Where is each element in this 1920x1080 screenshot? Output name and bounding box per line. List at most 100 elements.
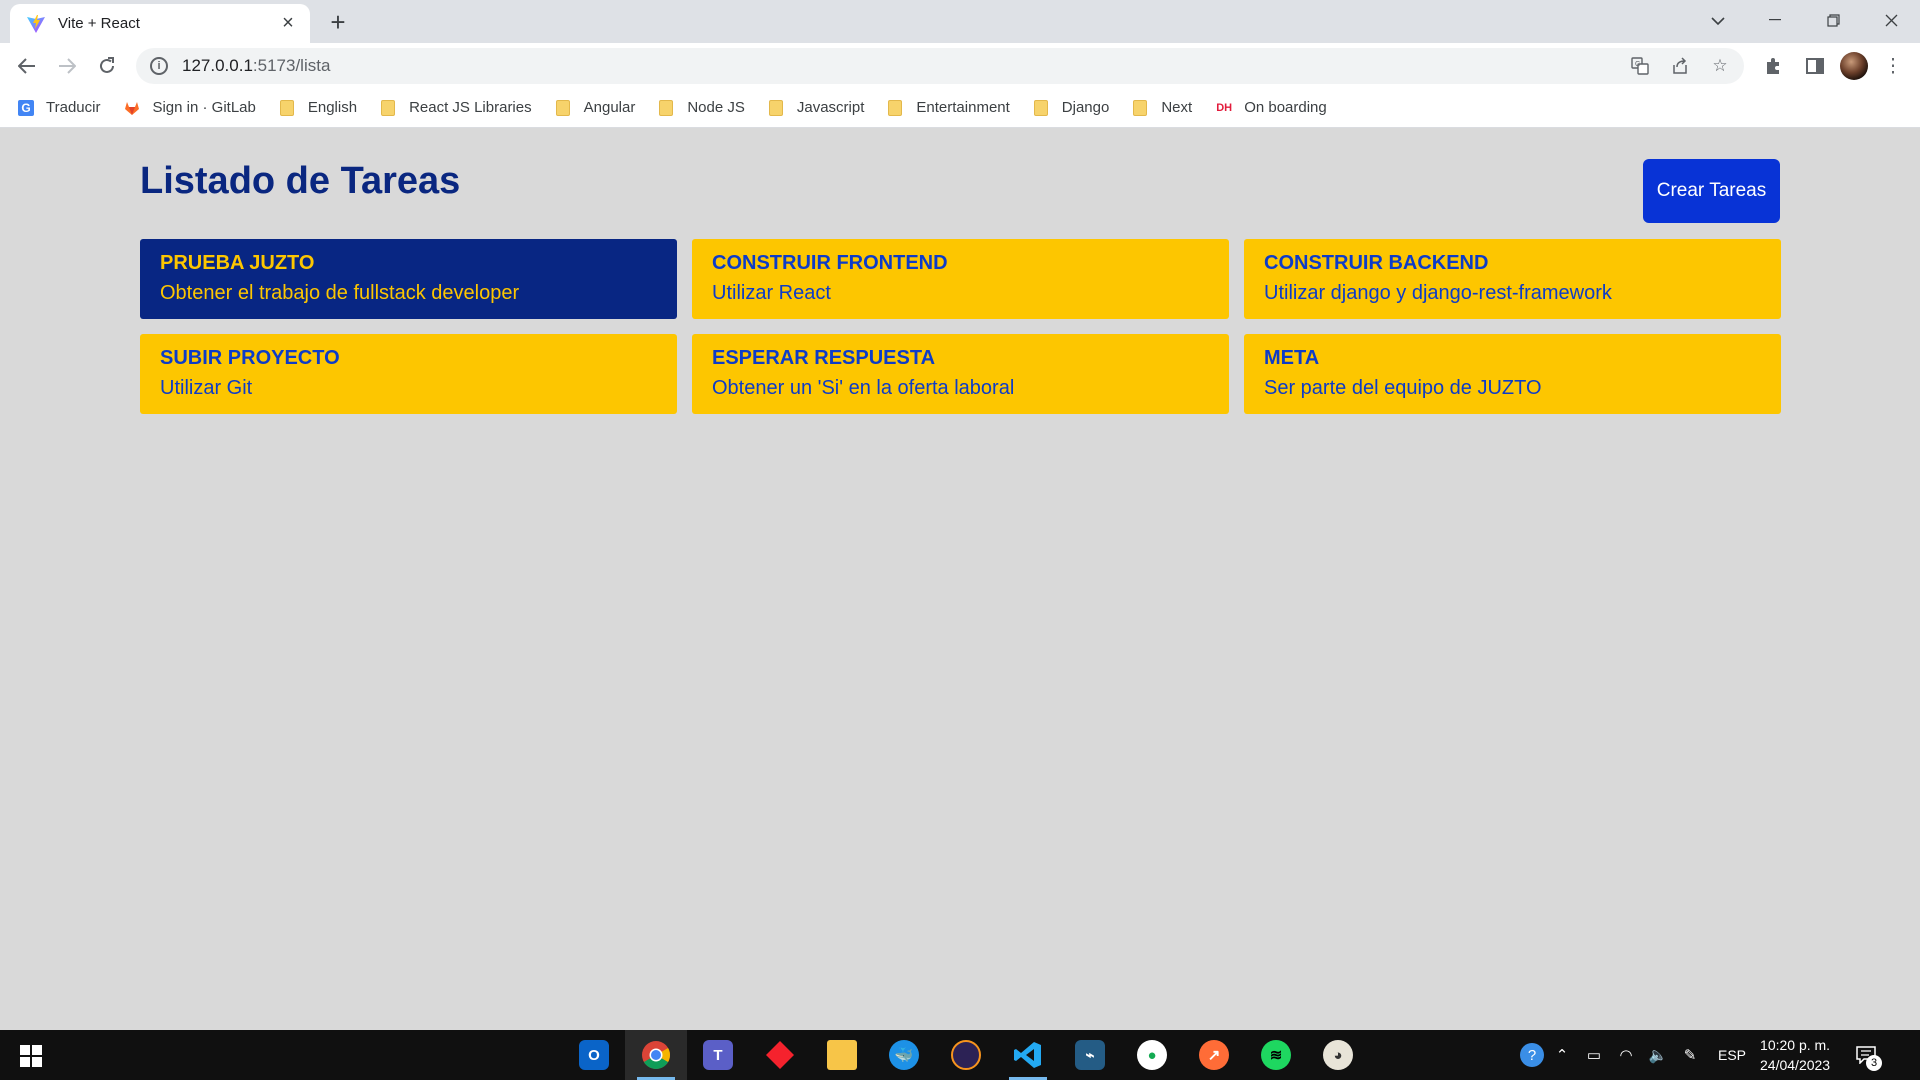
postman-icon: ↗ xyxy=(1199,1040,1229,1070)
profile-avatar[interactable] xyxy=(1840,52,1868,80)
url-text: 127.0.0.1:5173/lista xyxy=(182,56,330,76)
clock[interactable]: 10:20 p. m. 24/04/2023 xyxy=(1760,1035,1830,1075)
bookmark-folder-django[interactable]: Django xyxy=(1033,99,1110,116)
task-card[interactable]: META Ser parte del equipo de JUZTO xyxy=(1244,334,1781,414)
bookmark-folder-javascript[interactable]: Javascript xyxy=(768,99,864,116)
volume-icon[interactable]: 🔈 xyxy=(1644,1046,1672,1064)
bookmark-label: Angular xyxy=(583,99,636,116)
bookmark-traducir[interactable]: G Traducir xyxy=(18,99,100,116)
clock-time: 10:20 p. m. xyxy=(1760,1037,1831,1053)
pen-icon[interactable]: ✎ xyxy=(1676,1046,1704,1064)
taskbar-app-spotify[interactable]: ≋ xyxy=(1245,1030,1307,1080)
bookmark-label: Django xyxy=(1061,99,1110,116)
task-description: Utilizar React xyxy=(712,282,831,304)
new-tab-icon[interactable]: + xyxy=(324,7,352,37)
bookmark-folder-entertainment[interactable]: Entertainment xyxy=(888,99,1010,116)
taskbar-app-dbeaver[interactable]: ◕ xyxy=(1307,1030,1369,1080)
side-panel-icon[interactable] xyxy=(1798,49,1832,83)
task-card[interactable]: SUBIR PROYECTO Utilizar Git xyxy=(140,334,677,414)
share-icon[interactable] xyxy=(1666,52,1694,80)
taskbar-app-chrome[interactable] xyxy=(625,1030,687,1080)
tab-strip: Vite + React × + xyxy=(0,0,1920,43)
task-description: Obtener un 'Si' en la oferta laboral xyxy=(712,377,1015,399)
back-icon[interactable] xyxy=(10,49,44,83)
url-host: 127.0.0.1 xyxy=(182,56,253,75)
mongodb-icon: ● xyxy=(1137,1040,1167,1070)
taskbar-app-eclipse[interactable] xyxy=(935,1030,997,1080)
folder-icon xyxy=(888,99,903,116)
taskbar-app-postman[interactable]: ↗ xyxy=(1183,1030,1245,1080)
tab-search-chevron-icon[interactable] xyxy=(1698,6,1738,36)
bookmark-label: Entertainment xyxy=(916,99,1010,116)
task-card[interactable]: ESPERAR RESPUESTA Obtener un 'Si' en la … xyxy=(692,334,1229,414)
chevron-up-icon[interactable]: ⌃ xyxy=(1548,1046,1576,1064)
svg-text:G: G xyxy=(1635,61,1640,68)
restore-icon[interactable] xyxy=(1804,0,1862,40)
taskbar-app-git[interactable] xyxy=(749,1030,811,1080)
close-window-icon[interactable] xyxy=(1862,0,1920,40)
close-tab-icon[interactable]: × xyxy=(276,12,300,36)
bookmark-gitlab[interactable]: Sign in · GitLab xyxy=(124,99,256,116)
bookmark-label: Node JS xyxy=(687,99,745,116)
task-title: META xyxy=(1264,347,1320,369)
bookmark-onboarding[interactable]: DH On boarding xyxy=(1216,99,1327,116)
windows-taskbar: O T 🐳 ⌁ ● ↗ ≋ ◕ ? ⌃ ▭ ◠ 🔈 ✎ ESP 10:20 p.… xyxy=(0,1030,1920,1080)
mysql-workbench-icon: ⌁ xyxy=(1075,1040,1105,1070)
folder-icon xyxy=(768,99,783,116)
taskbar-app-mongodb[interactable]: ● xyxy=(1121,1030,1183,1080)
folder-icon xyxy=(1033,99,1048,116)
taskbar-apps: O T 🐳 ⌁ ● ↗ ≋ ◕ xyxy=(563,1030,1369,1080)
browser-menu-icon[interactable]: ⋮ xyxy=(1876,49,1910,83)
taskbar-app-file-explorer[interactable] xyxy=(811,1030,873,1080)
folder-icon xyxy=(827,1040,857,1070)
task-card[interactable]: PRUEBA JUZTO Obtener el trabajo de fulls… xyxy=(140,239,677,319)
site-info-icon[interactable]: i xyxy=(150,57,168,75)
url-path: :5173/lista xyxy=(252,56,331,75)
window-controls xyxy=(1746,0,1920,40)
bookmark-folder-react[interactable]: React JS Libraries xyxy=(381,99,532,116)
reload-icon[interactable] xyxy=(90,49,124,83)
bookmark-folder-next[interactable]: Next xyxy=(1133,99,1192,116)
minimize-icon[interactable] xyxy=(1746,0,1804,40)
taskbar-app-docker[interactable]: 🐳 xyxy=(873,1030,935,1080)
task-title: CONSTRUIR BACKEND xyxy=(1264,252,1489,274)
windows-start-icon[interactable] xyxy=(20,1045,42,1067)
task-card[interactable]: CONSTRUIR FRONTEND Utilizar React xyxy=(692,239,1229,319)
teams-icon: T xyxy=(703,1040,733,1070)
language-indicator[interactable]: ESP xyxy=(1718,1047,1746,1063)
notification-center-icon[interactable]: 3 xyxy=(1852,1041,1883,1071)
extensions-icon[interactable] xyxy=(1756,49,1790,83)
folder-icon xyxy=(381,99,396,116)
browser-tab[interactable]: Vite + React × xyxy=(10,4,310,43)
bookmark-folder-english[interactable]: English xyxy=(279,99,357,116)
spotify-icon: ≋ xyxy=(1261,1040,1291,1070)
taskbar-app-mysql-workbench[interactable]: ⌁ xyxy=(1059,1030,1121,1080)
create-tasks-button[interactable]: Crear Tareas xyxy=(1643,159,1780,223)
folder-icon xyxy=(659,99,674,116)
task-card[interactable]: CONSTRUIR BACKEND Utilizar django y djan… xyxy=(1244,239,1781,319)
bookmark-folder-angular[interactable]: Angular xyxy=(555,99,636,116)
battery-icon[interactable]: ▭ xyxy=(1580,1046,1608,1064)
help-icon[interactable]: ? xyxy=(1520,1043,1544,1067)
task-title: SUBIR PROYECTO xyxy=(160,347,340,369)
page-title: Listado de Tareas xyxy=(140,160,461,202)
bookmark-folder-nodejs[interactable]: Node JS xyxy=(659,99,745,116)
translate-page-icon[interactable]: G xyxy=(1626,52,1654,80)
wifi-icon[interactable]: ◠ xyxy=(1612,1046,1640,1064)
task-description: Utilizar Git xyxy=(160,377,253,399)
chrome-icon xyxy=(642,1041,670,1069)
bookmarks-bar: G Traducir Sign in · GitLab English Reac… xyxy=(0,88,1920,128)
taskbar-app-teams[interactable]: T xyxy=(687,1030,749,1080)
address-bar[interactable]: i 127.0.0.1:5173/lista G ☆ xyxy=(136,48,1744,84)
notification-count: 3 xyxy=(1866,1055,1883,1071)
task-title: ESPERAR RESPUESTA xyxy=(712,347,936,369)
task-description: Ser parte del equipo de JUZTO xyxy=(1264,377,1542,399)
forward-icon[interactable] xyxy=(50,49,84,83)
dh-icon: DH xyxy=(1216,101,1233,114)
system-tray: ? ⌃ ▭ ◠ 🔈 ✎ ESP 10:20 p. m. 24/04/2023 3 xyxy=(1520,1030,1883,1080)
bookmark-star-icon[interactable]: ☆ xyxy=(1706,52,1734,80)
taskbar-app-vscode[interactable] xyxy=(997,1030,1059,1080)
clock-date: 24/04/2023 xyxy=(1760,1057,1831,1073)
taskbar-app-outlook[interactable]: O xyxy=(563,1030,625,1080)
page-content: Listado de Tareas Crear Tareas PRUEBA JU… xyxy=(0,128,1920,1030)
